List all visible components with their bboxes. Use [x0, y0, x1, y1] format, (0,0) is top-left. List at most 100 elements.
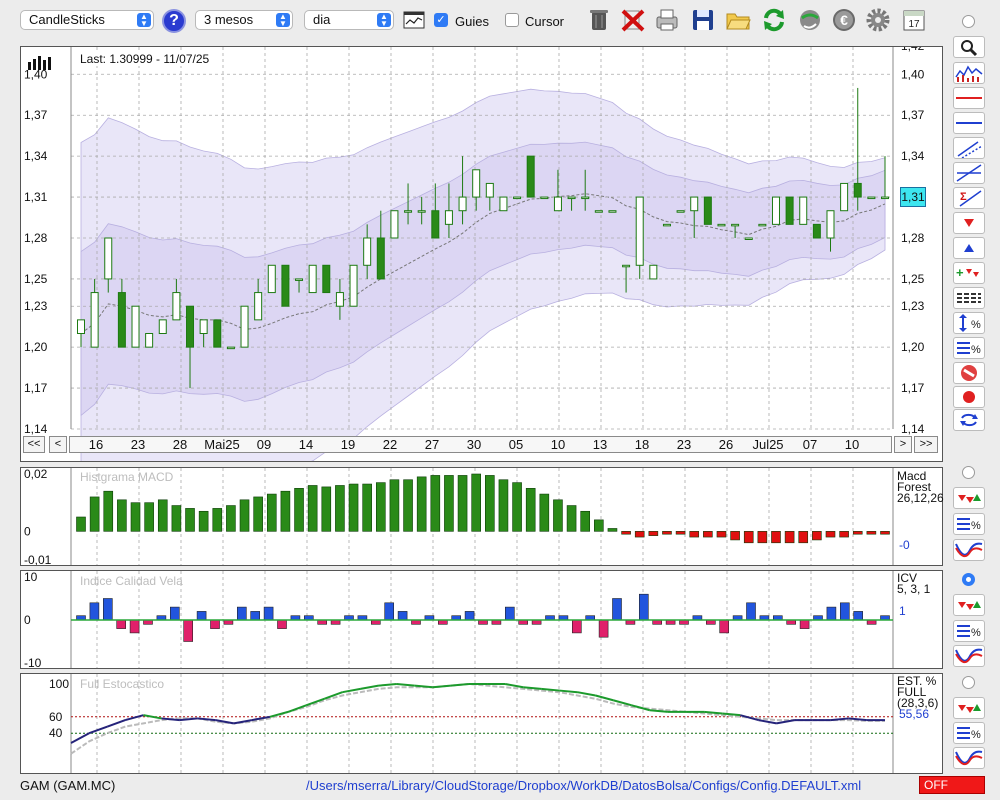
candle-body — [199, 319, 208, 335]
stoch-main-line-segment — [125, 714, 144, 722]
y-tick-label: 0,02 — [24, 468, 48, 481]
zoom-button[interactable] — [953, 36, 985, 58]
globe-icon[interactable] — [796, 6, 824, 34]
icv-signals-button[interactable] — [953, 594, 985, 616]
candle-body — [758, 223, 767, 227]
histogram-bar — [525, 488, 536, 532]
icv-curve-button[interactable] — [953, 645, 985, 667]
curve-icon — [955, 542, 983, 558]
save-icon[interactable] — [689, 6, 717, 34]
signals-button[interactable]: + — [953, 262, 985, 284]
horizontal-red-line-button[interactable] — [953, 87, 985, 109]
macd-signals-button[interactable] — [953, 487, 985, 509]
euro-icon[interactable]: € — [830, 6, 858, 34]
chart-type-value: CandleSticks — [29, 12, 105, 27]
stochastic-panel[interactable]: 100 60 40 Full Estocastico EST. % FULL (28… — [20, 673, 943, 774]
histogram-bar — [703, 531, 713, 538]
histogram-bar — [839, 602, 850, 621]
histogram-bar — [746, 602, 756, 621]
trendline-icon — [956, 164, 982, 182]
sell-signal-button[interactable] — [953, 212, 985, 234]
scale-percent-button[interactable]: % — [953, 312, 985, 334]
candle-body — [444, 210, 453, 225]
nav-prev-button[interactable]: < — [49, 436, 67, 453]
nav-next-button[interactable]: > — [894, 436, 912, 453]
percent-lines-button[interactable]: % — [953, 337, 985, 359]
histogram-bar — [621, 531, 631, 535]
chart-type-select[interactable]: CandleSticks ▲ ▼ — [20, 10, 154, 30]
open-folder-icon[interactable] — [724, 6, 752, 34]
histogram-bar — [170, 606, 180, 621]
off-status-badge[interactable]: OFF — [919, 776, 985, 794]
svg-text:€: € — [840, 12, 848, 28]
cursor-checkbox[interactable] — [505, 13, 519, 27]
cursor-label: Cursor — [525, 14, 565, 29]
y-tick-label: 100 — [49, 677, 69, 691]
calendar-icon[interactable]: 17 — [900, 6, 928, 34]
stoch-value: 55,56 — [899, 707, 930, 721]
y-tick-label: 60 — [49, 710, 63, 724]
candlestick-chart[interactable]: 1,401,401,371,371,341,341,311,311,281,28… — [21, 47, 942, 461]
print-icon[interactable] — [653, 6, 681, 34]
nav-first-button[interactable]: << — [23, 436, 45, 453]
stoch-signals-button[interactable] — [953, 697, 985, 719]
main-panel-radio[interactable] — [962, 15, 975, 28]
trendline-button[interactable] — [953, 162, 985, 184]
grid-lines-button[interactable] — [953, 287, 985, 309]
stoch-panel-radio[interactable] — [962, 676, 975, 689]
current-price-badge: 1,31 — [900, 187, 926, 207]
macd-curve-button[interactable] — [953, 539, 985, 561]
delete-icon[interactable] — [619, 6, 647, 34]
channel-tool-button[interactable] — [953, 137, 985, 159]
sigma-tool-button[interactable]: Σ — [953, 187, 985, 209]
chart-window-icon[interactable] — [403, 11, 425, 29]
macd-percent-button[interactable]: % — [953, 513, 985, 535]
horizontal-blue-line-button[interactable] — [953, 112, 985, 134]
stoch-curve-button[interactable] — [953, 747, 985, 769]
histogram-bar — [743, 531, 754, 544]
svg-text:%: % — [971, 627, 981, 639]
stoch-percent-button[interactable]: % — [953, 722, 985, 744]
icv-params: 5, 3, 1 — [897, 582, 931, 596]
guides-checkbox[interactable]: ✓ — [434, 13, 448, 27]
red-line-icon — [956, 97, 982, 99]
icv-panel-radio[interactable] — [962, 573, 975, 586]
disable-button[interactable] — [953, 362, 985, 384]
record-button[interactable] — [953, 386, 985, 408]
swap-button[interactable] — [953, 409, 985, 431]
macd-title: Histgrama MACD — [80, 470, 174, 484]
channel-icon — [957, 141, 983, 159]
dashed-lines-icon — [957, 293, 981, 303]
candle-body — [771, 196, 780, 225]
candle-body — [117, 292, 126, 348]
y-tick-label-right: 1,28 — [901, 231, 925, 245]
chevron-updown-icon: ▲ ▼ — [377, 13, 391, 28]
histogram-bar — [321, 486, 332, 532]
price-chart-panel[interactable]: 1,401,401,371,371,341,341,311,311,281,28… — [20, 46, 943, 462]
nav-last-button[interactable]: >> — [914, 436, 938, 453]
histogram-bar — [757, 531, 768, 544]
buy-signal-button[interactable] — [953, 237, 985, 259]
help-button[interactable]: ? — [162, 9, 186, 33]
histogram-bar — [730, 531, 740, 541]
candle-body — [322, 264, 331, 294]
volume-overlay-button[interactable] — [953, 62, 985, 84]
config-path-link[interactable]: /Users/mserra/Library/CloudStorage/Dropb… — [306, 778, 861, 793]
candle-body — [608, 210, 617, 213]
trash-icon[interactable] — [585, 6, 613, 34]
candle-body — [717, 223, 726, 227]
icv-panel[interactable]: 10 0 -10 Indice Calidad Vela ICV 5, 3, 1 1 — [20, 570, 943, 669]
candle-body — [77, 319, 85, 335]
icv-percent-button[interactable]: % — [953, 620, 985, 642]
histogram-bar — [210, 619, 220, 629]
macd-panel-radio[interactable] — [962, 466, 975, 479]
period-select[interactable]: 3 mesos ▲ ▼ — [195, 10, 293, 30]
stoch-main-line-segment — [613, 699, 633, 707]
candle-body — [635, 196, 644, 266]
macd-panel[interactable]: 0,02 0 -0,01 Histgrama MACD Macd Forest 26… — [20, 467, 944, 566]
interval-select[interactable]: dia ▲ ▼ — [304, 10, 394, 30]
ticker-label: GAM (GAM.MC) — [20, 778, 116, 793]
refresh-icon[interactable] — [760, 6, 788, 34]
y-tick-label-right: 1,40 — [901, 67, 925, 81]
gear-icon[interactable] — [864, 6, 892, 34]
